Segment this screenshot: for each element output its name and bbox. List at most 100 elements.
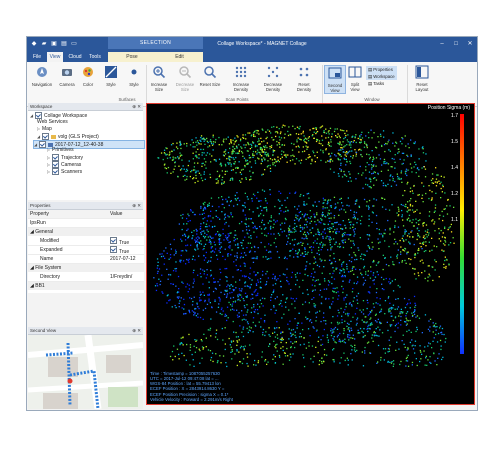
increase-size-button[interactable]: Increase Size (147, 65, 171, 92)
style-button-points[interactable]: Style (124, 65, 144, 87)
group-window-label: Window (364, 97, 380, 102)
workspace-toggle-label: Workspace (373, 74, 395, 79)
checkbox-icon[interactable] (52, 154, 59, 161)
second-view-panel-header: Second View ⊕ ✕ (28, 327, 143, 335)
second-view-map[interactable] (28, 335, 143, 409)
style-surface-icon (105, 66, 117, 78)
point-cloud-viewer[interactable]: Position Sigma (m) 1.7 1.5 1.4 1.2 1.1 T… (146, 103, 475, 405)
object-type: IpsRun (28, 219, 144, 228)
checkbox-icon[interactable] (39, 141, 46, 148)
tree-item-cameras[interactable]: ▷ Cameras (47, 161, 81, 168)
tree-label: Scanners (61, 168, 83, 175)
save-icon[interactable]: ▣ (50, 40, 58, 48)
minimize-button[interactable]: – (435, 37, 449, 52)
properties-panel-header: Properties ⊕ ✕ (28, 202, 143, 210)
checkbox-icon[interactable] (52, 161, 59, 168)
tab-view[interactable]: View (47, 52, 63, 62)
ribbon-tabs: File View Cloud Tools Pose Edit (27, 52, 477, 62)
colorbar-label: 1.7 (451, 113, 458, 119)
property-key: Directory (40, 274, 61, 280)
navigation-label: Navigation (31, 82, 53, 87)
style-button-surface[interactable]: Style (100, 65, 122, 87)
checkbox-icon[interactable] (42, 133, 49, 140)
group-surfaces-label: Surfaces (118, 97, 136, 102)
navigation-button[interactable]: Navigation (29, 65, 55, 87)
app-title: Collage Workspace* - MAGNET Collage (217, 41, 307, 47)
tab-file[interactable]: File (30, 52, 44, 62)
category-file-system[interactable]: ◢ File System (28, 264, 144, 272)
properties-toggle[interactable]: ▤ Properties (366, 66, 397, 73)
color-button[interactable]: Color (79, 65, 97, 87)
split-view-icon (348, 66, 362, 78)
open-folder-icon[interactable]: ▰ (40, 40, 48, 48)
reset-layout-button[interactable]: Reset Layout (411, 65, 433, 92)
second-view-button[interactable]: Second View (324, 65, 346, 94)
app-logo-icon: ◆ (31, 41, 37, 47)
navigation-icon (37, 67, 47, 77)
tree-label: Primitives (52, 147, 74, 153)
reset-size-button[interactable]: Reset Size (199, 65, 221, 87)
panel-toggle-list: ▤ Properties ▤ Workspace ▤ Tasks (366, 66, 397, 87)
reset-density-button[interactable]: Reset Density (291, 65, 317, 92)
tree-item-web-services[interactable]: Web Services (37, 119, 68, 125)
checkbox-icon[interactable] (52, 168, 59, 175)
info-line: ECEF Position : X = 2843914.8630 Y = (150, 386, 225, 392)
tasks-toggle[interactable]: ▤ Tasks (366, 80, 397, 87)
pin-close-icon[interactable]: ⊕ ✕ (132, 103, 141, 110)
colorbar-label: 1.2 (451, 191, 458, 197)
colorbar-label: 1.5 (451, 139, 458, 145)
colorbar (460, 114, 464, 354)
run-icon (48, 142, 53, 147)
category-bb1[interactable]: ◢ BB1 (28, 282, 144, 290)
density-sparse-icon (267, 66, 279, 78)
tab-tools[interactable]: Tools (87, 52, 103, 62)
camera-button[interactable]: Camera (57, 65, 77, 87)
group-scan-points-label: Scan Points (225, 97, 249, 102)
tree-item-primitives[interactable]: ▷ Primitives (47, 147, 74, 153)
checkbox-icon[interactable] (110, 246, 117, 253)
second-view-label: Second View (327, 83, 343, 93)
tree-item-project[interactable]: ◢ volg (GLS Project) (37, 133, 99, 140)
tree-item-map[interactable]: ▷ Map (37, 126, 52, 132)
map-view (28, 335, 143, 409)
colorbar-label: 1.4 (451, 165, 458, 171)
workspace-toggle[interactable]: ▤ Workspace (366, 73, 397, 80)
pin-close-icon[interactable]: ⊕ ✕ (132, 327, 141, 334)
checkbox-icon[interactable] (35, 112, 42, 119)
folder-icon (51, 134, 56, 139)
property-name[interactable]: Name 2017-07-12 (28, 255, 144, 264)
property-modified[interactable]: Modified True (28, 237, 144, 246)
color-icon (83, 67, 93, 77)
split-view-label: Split View (350, 82, 360, 92)
export-icon[interactable]: ▤ (60, 40, 68, 48)
property-directory[interactable]: Directory 1/Freydin/ (28, 273, 144, 282)
split-view-button[interactable]: Split View (346, 65, 364, 92)
tree-item-trajectory[interactable]: ▷ Trajectory (47, 154, 83, 161)
tree-item-root[interactable]: ◢ Collage Workspace (30, 112, 87, 119)
screen-icon[interactable]: ▭ (70, 40, 78, 48)
camera-label: Camera (59, 82, 75, 87)
window-controls: – □ ✕ (435, 37, 477, 52)
vehicle-info-overlay: Time : Timestamp = 1087055257630 UTC = 20… (150, 371, 233, 402)
increase-density-button[interactable]: Increase Density (227, 65, 255, 92)
reset-layout-label: Reset Layout (415, 82, 429, 92)
decrease-size-label: Decrease Size (175, 82, 195, 92)
quick-access-toolbar: ◆ ▰ ▣ ▤ ▭ (30, 40, 78, 48)
category-general[interactable]: ◢ General (28, 228, 144, 236)
close-button[interactable]: ✕ (463, 37, 477, 52)
decrease-size-button[interactable]: Decrease Size (173, 65, 197, 92)
property-expanded[interactable]: Expanded True (28, 246, 144, 255)
decrease-density-button[interactable]: Decrease Density (259, 65, 287, 92)
tab-edit[interactable]: Edit (156, 52, 203, 62)
tab-pose[interactable]: Pose (108, 52, 156, 62)
property-value: 1/Freydin/ (110, 274, 133, 280)
workspace-panel-title: Workspace (30, 104, 53, 109)
second-view-panel-title: Second View (30, 328, 57, 333)
workspace-panel-header: Workspace ⊕ ✕ (28, 103, 143, 111)
tab-cloud[interactable]: Cloud (67, 52, 83, 62)
checkbox-icon[interactable] (110, 237, 117, 244)
maximize-button[interactable]: □ (449, 37, 463, 52)
pin-close-icon[interactable]: ⊕ ✕ (132, 202, 141, 209)
tree-item-scanners[interactable]: ▷ Scanners (47, 168, 82, 175)
properties-grid: Property Value IpsRun ◢ General Modified… (28, 210, 144, 293)
